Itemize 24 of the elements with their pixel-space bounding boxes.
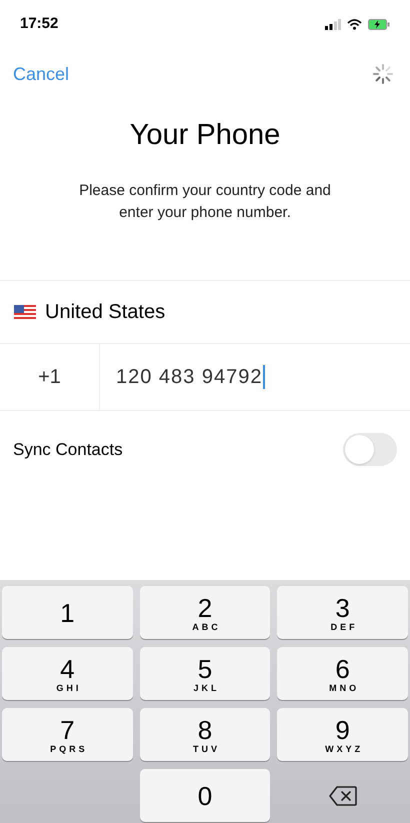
country-selector[interactable]: United States [0, 280, 410, 342]
screen-title: Your Phone [130, 118, 280, 153]
status-time: 17:52 [20, 14, 58, 34]
backspace-icon[interactable] [328, 786, 357, 806]
phone-number-field[interactable]: 120 483 94792 [100, 344, 410, 410]
signal-icon [325, 18, 341, 30]
keypad-key[interactable]: 2 ABC [140, 586, 270, 639]
instructions-text: Please confirm your country code and enter your phone number. [78, 180, 332, 222]
keypad-key[interactable]: 7 PQRS [2, 708, 133, 761]
keypad-key[interactable]: 4 GHI [2, 647, 133, 700]
keypad-key[interactable]: 5 JKL [140, 647, 270, 700]
keypad-key[interactable]: 3 DEF [277, 586, 408, 639]
country-code-field[interactable]: +1 [0, 344, 100, 410]
keypad-key[interactable]: 0 [140, 769, 270, 822]
sync-contacts-toggle[interactable] [343, 433, 397, 466]
keypad-key[interactable]: 6 MNO [277, 647, 408, 700]
keypad-key[interactable]: 1 [2, 586, 133, 639]
spinner-icon [372, 63, 394, 85]
keypad-key[interactable]: 9 WXYZ [277, 708, 408, 761]
flag-icon [14, 304, 36, 318]
sync-contacts-label: Sync Contacts [13, 438, 123, 461]
keypad-key[interactable]: 8 TUV [140, 708, 270, 761]
battery-icon [368, 18, 390, 30]
wifi-icon [347, 18, 362, 30]
